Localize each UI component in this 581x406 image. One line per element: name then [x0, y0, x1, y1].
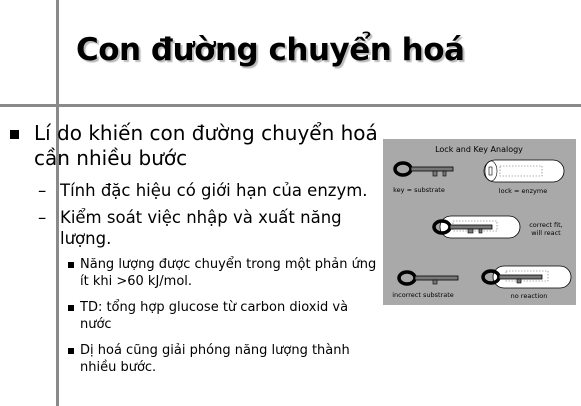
dash-bullet-icon: – [38, 181, 47, 200]
lock-icon [483, 159, 565, 183]
no-reaction-label: no reaction [511, 292, 548, 300]
correct-fit-label: correct fit, [529, 221, 563, 229]
key-icon [393, 161, 454, 177]
sub-sub-bullet: Năng lượng được chuyển trong một phản ứn… [68, 256, 378, 290]
bullet-text: Năng lượng được chuyển trong một phản ứn… [80, 257, 377, 289]
square-bullet-icon [68, 348, 74, 354]
key-in-lock-icon [432, 215, 521, 239]
bullet-text: Kiểm soát việc nhập và xuất năng lượng. [60, 208, 342, 248]
will-react-label: will react [531, 229, 561, 237]
vertical-divider [56, 0, 59, 406]
bullet-text: Lí do khiến con đường chuyển hoá cần nhi… [34, 121, 378, 170]
sub-sub-bullet: Dị hoá cũng giải phóng năng lượng thành … [68, 342, 378, 376]
bullet-main: Lí do khiến con đường chuyển hoá cần nhi… [10, 121, 380, 171]
sub-bullet: – Kiểm soát việc nhập và xuất năng lượng… [38, 207, 358, 249]
bullet-text: TD: tổng hợp glucose từ carbon dioxid và… [80, 300, 349, 332]
incorrect-substrate-label: incorrect substrate [392, 291, 454, 299]
bullet-text: Dị hoá cũng giải phóng năng lượng thành … [80, 343, 350, 375]
square-bullet-icon [68, 262, 74, 268]
incorrect-key-icon [397, 270, 459, 286]
sub-bullet: – Tính đặc hiệu có giới hạn của enzym. [38, 180, 368, 201]
square-bullet-icon [10, 130, 19, 139]
figure-title: Lock and Key Analogy [435, 145, 523, 154]
key-label: key = substrate [393, 186, 445, 194]
lock-label: lock = enzyme [499, 187, 547, 195]
square-bullet-icon [68, 305, 74, 311]
lock-and-key-figure: Lock and Key Analogy key = substrate loc… [383, 139, 576, 305]
dash-bullet-icon: – [38, 208, 47, 227]
no-reaction-lock-icon [481, 265, 572, 289]
bullet-text: Tính đặc hiệu có giới hạn của enzym. [60, 181, 368, 200]
slide-title: Con đường chuyển hoá [76, 32, 465, 68]
horizontal-divider [0, 104, 581, 107]
sub-sub-bullet: TD: tổng hợp glucose từ carbon dioxid và… [68, 299, 378, 333]
